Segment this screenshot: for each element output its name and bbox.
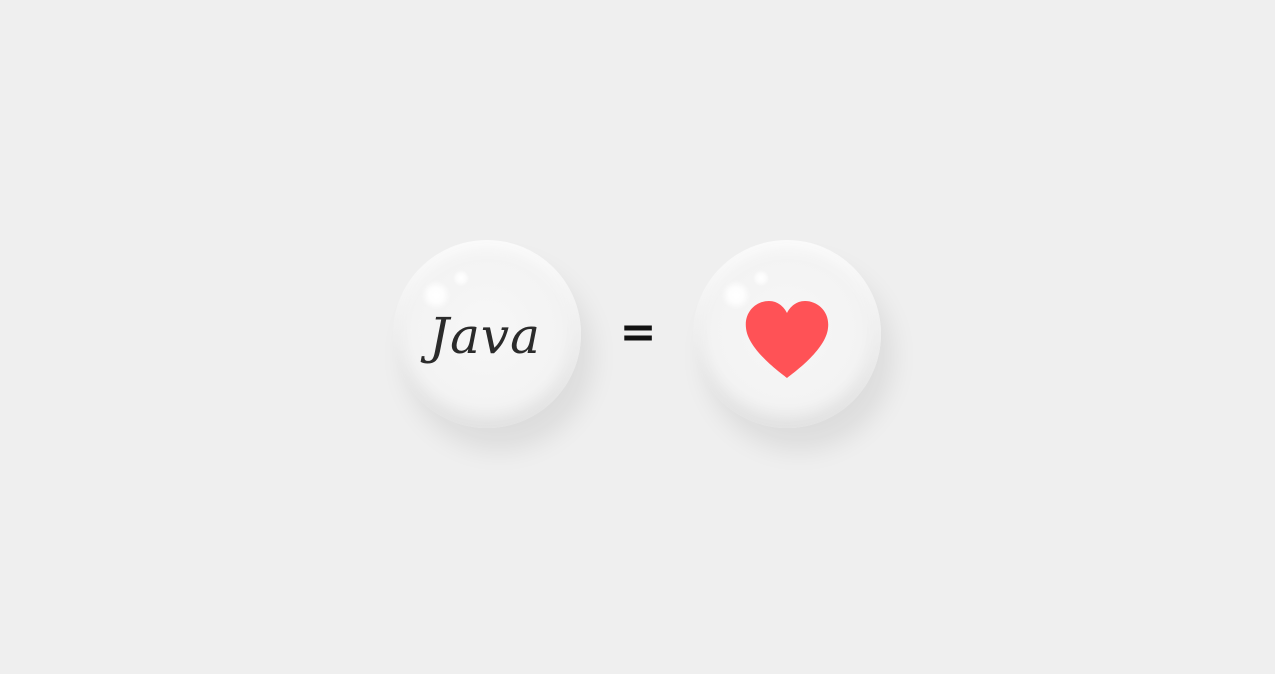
java-bubble: Java [393,240,581,428]
java-label: Java [429,307,541,365]
heart-bubble [693,240,881,428]
heart-icon [744,300,830,380]
bubble-highlight-small [753,270,769,286]
stage: Java = [0,0,1275,674]
equals-sign: = [619,307,657,358]
